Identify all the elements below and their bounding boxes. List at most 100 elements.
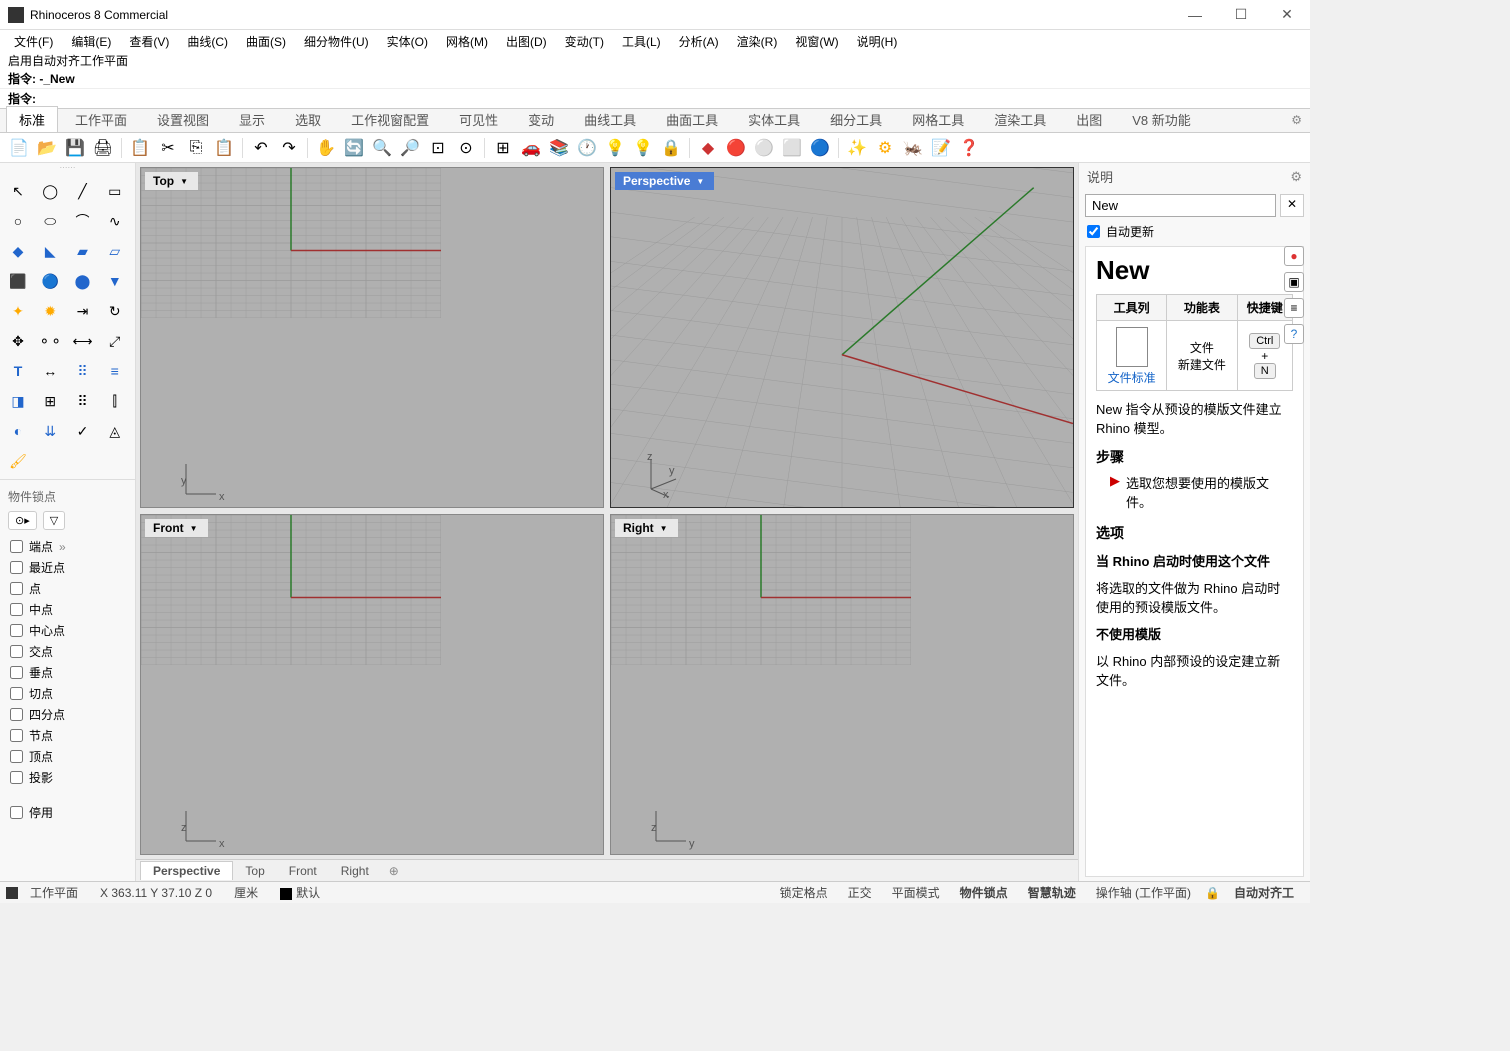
menu-item[interactable]: 渲染(R) (729, 31, 786, 52)
osnap-item[interactable]: 交点 (8, 641, 127, 662)
osnap-checkbox[interactable] (10, 645, 23, 658)
group-icon[interactable]: ⚬⚬ (36, 327, 64, 355)
rotate-icon[interactable]: 🔄 (341, 135, 367, 161)
status-layer[interactable]: 默认 (270, 884, 330, 901)
toolbar-tab[interactable]: 曲面工具 (653, 106, 731, 132)
viewport-tab[interactable]: Top (233, 862, 276, 880)
check-icon[interactable]: ✓ (69, 417, 97, 445)
gear-icon[interactable]: ⚙ (1290, 169, 1302, 185)
menu-item[interactable]: 网格(M) (438, 31, 496, 52)
status-toggle[interactable]: 自动对齐工 (1224, 884, 1304, 901)
command-input[interactable] (40, 90, 1302, 107)
zoom-extents-icon[interactable]: ⊡ (425, 135, 451, 161)
rect-icon[interactable]: ▭ (101, 177, 129, 205)
explode-icon[interactable]: ✹ (36, 297, 64, 325)
close-button[interactable]: ✕ (1264, 0, 1310, 30)
osnap-toggle-icon[interactable]: ⊙▸ (8, 511, 37, 530)
star-icon[interactable]: ✨ (844, 135, 870, 161)
cone-icon[interactable]: ▼ (101, 267, 129, 295)
status-cplane[interactable]: 工作平面 (20, 884, 88, 901)
viewport-right[interactable]: Right▼ z y (610, 514, 1074, 855)
menu-item[interactable]: 工具(L) (614, 31, 669, 52)
minimize-button[interactable]: — (1172, 0, 1218, 30)
toolbar-tab[interactable]: 实体工具 (735, 106, 813, 132)
menu-item[interactable]: 编辑(E) (63, 31, 119, 52)
status-toggle[interactable]: 物件锁点 (950, 884, 1018, 901)
sphere-tool-icon[interactable]: 🔵 (36, 267, 64, 295)
menu-item[interactable]: 视窗(W) (787, 31, 846, 52)
toolbar-tab[interactable]: 出图 (1063, 106, 1115, 132)
toolbar-tab[interactable]: 可见性 (446, 106, 511, 132)
viewport-perspective[interactable]: Perspective▼ z y x (610, 167, 1074, 508)
toolbar-tab[interactable]: 渲染工具 (981, 106, 1059, 132)
toolbar-tab[interactable]: V8 新功能 (1119, 106, 1204, 132)
menu-item[interactable]: 细分物件(U) (296, 31, 377, 52)
sphere-icon[interactable]: ⚪ (751, 135, 777, 161)
undo-icon[interactable]: ↶ (248, 135, 274, 161)
toolbar-tab[interactable]: 显示 (226, 106, 278, 132)
osnap-checkbox[interactable] (10, 582, 23, 595)
osnap-item[interactable]: 中点 (8, 599, 127, 620)
lasso-icon[interactable]: ◯ (36, 177, 64, 205)
new-icon[interactable]: 📄 (6, 135, 32, 161)
red-circle-icon[interactable]: ● (1284, 246, 1304, 266)
osnap-filter-icon[interactable]: ▽ (43, 511, 65, 530)
grid-icon[interactable]: ⊞ (36, 387, 64, 415)
menu-item[interactable]: 文件(F) (6, 31, 61, 52)
layers-panel-icon[interactable]: ≡ (1284, 298, 1304, 318)
osnap-checkbox[interactable] (10, 666, 23, 679)
maximize-button[interactable]: ☐ (1218, 0, 1264, 30)
text-icon[interactable]: T (4, 357, 32, 385)
square-icon[interactable]: ▣ (1284, 272, 1304, 292)
zoom-dynamic-icon[interactable]: 🔍 (369, 135, 395, 161)
status-swatch-icon[interactable] (6, 887, 18, 899)
gear-icon[interactable]: ⚙ (1291, 113, 1302, 127)
corner-icon[interactable]: ◣ (36, 237, 64, 265)
polyline-icon[interactable]: ╱ (69, 177, 97, 205)
align-icon[interactable]: ≡ (101, 357, 129, 385)
menu-item[interactable]: 曲面(S) (238, 31, 294, 52)
grip-icon[interactable]: ⋯⋯ (0, 163, 135, 173)
osnap-checkbox[interactable] (10, 687, 23, 700)
project-icon[interactable]: ⇊ (36, 417, 64, 445)
auto-update-checkbox[interactable] (1087, 225, 1100, 238)
osnap-checkbox[interactable] (10, 540, 23, 553)
osnap-checkbox[interactable] (10, 771, 23, 784)
toolbar-tab[interactable]: 工作平面 (62, 106, 140, 132)
toolbar-tab[interactable]: 选取 (282, 106, 334, 132)
revolve-icon[interactable]: ↻ (101, 297, 129, 325)
toolbar-tab[interactable]: 标准 (6, 106, 58, 132)
status-toggle[interactable]: 正交 (838, 884, 882, 901)
view-4-icon[interactable]: ⊞ (490, 135, 516, 161)
menu-item[interactable]: 查看(V) (121, 31, 177, 52)
viewport-tab[interactable]: Perspective (140, 861, 233, 880)
code-icon[interactable]: 📝 (928, 135, 954, 161)
osnap-item[interactable]: 顶点 (8, 746, 127, 767)
osnap-pause[interactable]: 停用 (8, 802, 127, 823)
command-input-row[interactable]: 指令: (0, 88, 1310, 108)
help-icon[interactable]: ❓ (956, 135, 982, 161)
material-icon[interactable]: ⬜ (779, 135, 805, 161)
osnap-checkbox[interactable] (10, 729, 23, 742)
add-viewport-button[interactable]: ⊕ (381, 862, 407, 880)
help-content[interactable]: New 工具列功能表快捷键 文件标准 文件新建文件 Ctrl+N New 指令从… (1085, 246, 1304, 877)
open-icon[interactable]: 📂 (34, 135, 60, 161)
chevron-right-icon[interactable]: » (59, 540, 66, 554)
lock-icon[interactable]: 🔒 (1201, 886, 1224, 900)
status-toggle[interactable]: 操作轴 (工作平面) (1086, 884, 1201, 901)
status-toggle[interactable]: 智慧轨迹 (1018, 884, 1086, 901)
toolbar-tab[interactable]: 变动 (515, 106, 567, 132)
bulb-icon[interactable]: 💡 (630, 135, 656, 161)
osnap-item[interactable]: 四分点 (8, 704, 127, 725)
chevron-down-icon[interactable]: ▼ (694, 177, 706, 186)
extrude-icon[interactable]: ⇥ (69, 297, 97, 325)
help-panel-icon[interactable]: ? (1284, 324, 1304, 344)
zoom-window-icon[interactable]: 🔎 (397, 135, 423, 161)
grasshopper-icon[interactable]: 🦗 (900, 135, 926, 161)
patch-icon[interactable]: ▰ (69, 237, 97, 265)
curve-icon[interactable]: ∿ (101, 207, 129, 235)
chevron-down-icon[interactable]: ▼ (658, 524, 670, 533)
cylinder-icon[interactable]: ⬤ (69, 267, 97, 295)
chevron-down-icon[interactable]: ▼ (188, 524, 200, 533)
pan-icon[interactable]: ✋ (313, 135, 339, 161)
